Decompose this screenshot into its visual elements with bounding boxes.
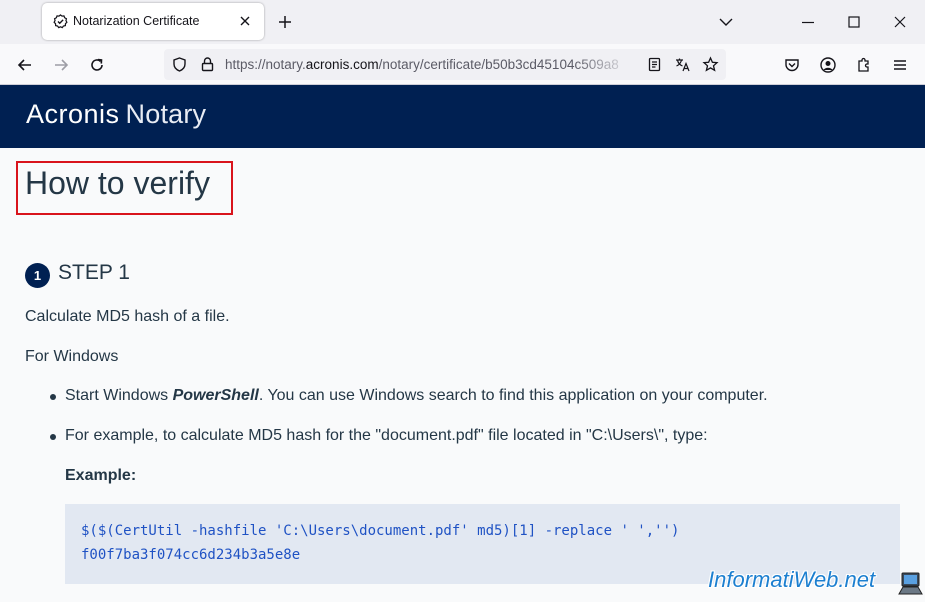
step-number-badge: 1 (25, 263, 50, 288)
step-title: STEP 1 (58, 261, 130, 284)
close-tab-icon[interactable] (238, 14, 252, 28)
reload-icon[interactable] (88, 56, 106, 74)
site-header: Acronis Notary (0, 85, 925, 148)
new-tab-icon[interactable] (276, 13, 294, 31)
acronis-notary-logo[interactable]: Acronis Notary (26, 99, 206, 130)
maximize-icon[interactable] (846, 14, 862, 30)
shield-icon[interactable] (171, 56, 188, 73)
certificate-icon (53, 14, 68, 29)
bookmark-star-icon[interactable] (702, 56, 719, 73)
translate-icon[interactable] (674, 56, 691, 73)
account-icon[interactable] (819, 56, 837, 74)
bullet-dot (50, 394, 56, 400)
example-label: Example: (65, 467, 137, 484)
step-description: Calculate MD5 hash of a file. (25, 308, 230, 325)
page-title: How to verify (25, 165, 210, 201)
nav-toolbar: https://notary.acronis.com/notary/certif… (0, 44, 925, 85)
url-text[interactable]: https://notary.acronis.com/notary/certif… (225, 57, 619, 72)
code-output[interactable]: f00f7ba3f074cc6d234b3a5e8e (81, 547, 300, 563)
minimize-icon[interactable] (800, 14, 816, 30)
url-fade (574, 49, 634, 80)
watermark-text: InformatiWeb.net (708, 567, 876, 592)
forward-icon[interactable] (52, 56, 70, 74)
tab-title: Notarization Certificate (73, 14, 200, 28)
pocket-icon[interactable] (783, 56, 801, 74)
address-bar[interactable]: https://notary.acronis.com/notary/certif… (164, 49, 726, 80)
laptop-icon (898, 572, 923, 595)
list-item: Start Windows PowerShell. You can use Wi… (65, 387, 768, 404)
lock-icon[interactable] (199, 56, 216, 73)
reader-view-icon[interactable] (646, 56, 663, 73)
back-icon[interactable] (16, 56, 34, 74)
extensions-icon[interactable] (855, 56, 873, 74)
browser-tab[interactable]: Notarization Certificate (42, 3, 264, 40)
platform-label: For Windows (25, 348, 119, 365)
menu-icon[interactable] (891, 56, 909, 74)
code-command[interactable]: $($(CertUtil -hashfile 'C:\Users\documen… (81, 523, 679, 539)
tab-strip: Notarization Certificate (0, 0, 925, 44)
bullet-dot (50, 434, 56, 440)
page-content: How to verify 1 STEP 1 Calculate MD5 has… (0, 148, 925, 602)
close-window-icon[interactable] (892, 14, 908, 30)
list-item: For example, to calculate MD5 hash for t… (65, 427, 708, 444)
list-all-tabs-icon[interactable] (718, 14, 734, 30)
